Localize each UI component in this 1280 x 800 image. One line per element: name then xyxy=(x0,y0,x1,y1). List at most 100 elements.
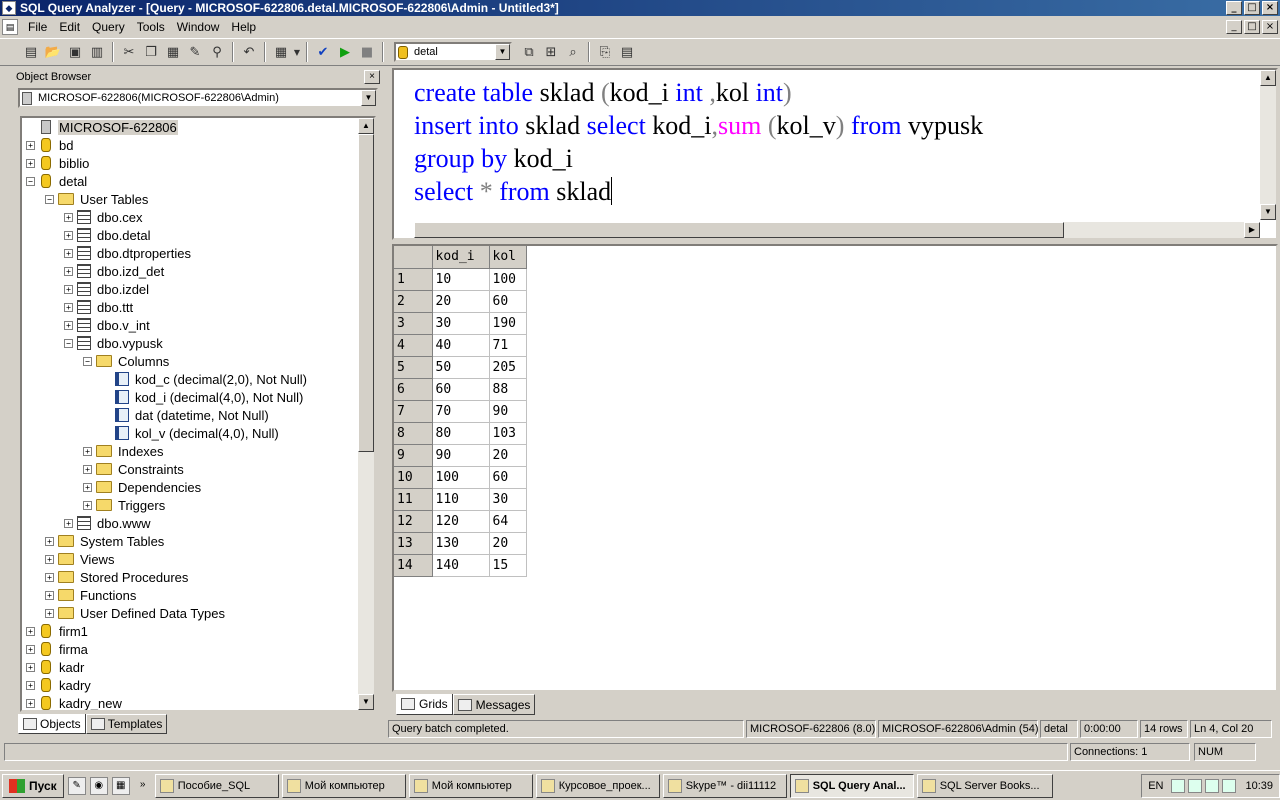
row-number[interactable]: 5 xyxy=(394,356,433,379)
scroll-thumb[interactable] xyxy=(358,134,374,452)
row-number[interactable]: 7 xyxy=(394,400,433,423)
table-cell[interactable]: 100 xyxy=(432,466,490,489)
row-number[interactable]: 12 xyxy=(394,510,433,533)
table-cell[interactable]: 88 xyxy=(489,378,527,401)
tree-item[interactable]: + dbo.cex xyxy=(22,208,360,226)
expand-icon[interactable]: + xyxy=(26,662,35,672)
table-cell[interactable]: 110 xyxy=(432,488,490,511)
scroll-down-icon[interactable]: ▼ xyxy=(358,694,374,710)
table-cell[interactable]: 100 xyxy=(489,268,527,291)
tree-item[interactable]: + System Tables xyxy=(22,532,360,550)
tree-item[interactable]: kod_c (decimal(2,0), Not Null) xyxy=(22,370,360,388)
expand-icon[interactable]: + xyxy=(83,446,92,456)
maximize-button[interactable]: □ xyxy=(1244,1,1260,15)
tree-item[interactable]: + firm1 xyxy=(22,622,360,640)
table-cell[interactable]: 60 xyxy=(489,290,527,313)
child-close-button[interactable]: × xyxy=(1262,20,1278,34)
tab-grids[interactable]: Grids xyxy=(396,694,453,715)
scroll-thumb[interactable] xyxy=(414,222,1064,238)
server-select[interactable]: MICROSOF-622806(MICROSOF-622806\Admin) ▼ xyxy=(18,88,378,108)
object-browser-close-button[interactable]: × xyxy=(364,70,380,84)
insert-template-icon[interactable]: ▥ xyxy=(86,41,108,63)
collapse-icon[interactable]: − xyxy=(64,338,73,348)
taskbar-button[interactable]: Skype™ - dii11112 xyxy=(662,773,787,798)
taskbar-button[interactable]: SQL Query Anal... xyxy=(789,773,914,798)
menu-help[interactable]: Help xyxy=(225,20,262,34)
taskbar-button[interactable]: Пособие_SQL xyxy=(154,773,279,798)
table-cell[interactable]: 15 xyxy=(489,554,527,577)
tree-item[interactable]: − dbo.vypusk xyxy=(22,334,360,352)
scroll-right-icon[interactable]: ▶ xyxy=(1244,222,1260,238)
tree-item[interactable]: + dbo.ttt xyxy=(22,298,360,316)
dropdown-arrow-icon[interactable]: ▼ xyxy=(292,41,302,63)
editor-horizontal-scrollbar[interactable]: ▶ xyxy=(414,222,1260,238)
sql-server-tray-icon[interactable] xyxy=(1222,778,1237,793)
tree-item[interactable]: + kadry xyxy=(22,676,360,694)
scroll-up-icon[interactable]: ▲ xyxy=(1260,70,1276,86)
table-cell[interactable]: 103 xyxy=(489,422,527,445)
column-header-kod-i[interactable]: kod_i xyxy=(432,246,490,269)
copy-icon[interactable]: ❐ xyxy=(140,41,162,63)
expand-icon[interactable]: + xyxy=(26,140,35,150)
table-row[interactable]: 1 10 100 xyxy=(394,268,527,291)
expand-icon[interactable]: + xyxy=(64,320,73,330)
table-row[interactable]: 6 60 88 xyxy=(394,378,527,401)
expand-icon[interactable]: + xyxy=(26,698,35,708)
object-tree-scrollbar[interactable]: ▲ ▼ xyxy=(358,118,374,710)
expand-icon[interactable]: + xyxy=(45,608,54,618)
table-cell[interactable]: 30 xyxy=(432,312,490,335)
table-cell[interactable]: 205 xyxy=(489,356,527,379)
menu-file[interactable]: File xyxy=(22,20,53,34)
help-icon[interactable] xyxy=(1171,778,1186,793)
tree-item[interactable]: + dbo.izdel xyxy=(22,280,360,298)
row-number[interactable]: 6 xyxy=(394,378,433,401)
menu-query[interactable]: Query xyxy=(86,20,131,34)
chevron-down-icon[interactable]: ▼ xyxy=(361,90,376,106)
table-row[interactable]: 13 130 20 xyxy=(394,532,527,555)
table-cell[interactable]: 71 xyxy=(489,334,527,357)
table-row[interactable]: 8 80 103 xyxy=(394,422,527,445)
row-number[interactable]: 3 xyxy=(394,312,433,335)
taskbar-button[interactable]: SQL Server Books... xyxy=(916,773,1053,798)
tree-item[interactable]: + Dependencies xyxy=(22,478,360,496)
table-row[interactable]: 7 70 90 xyxy=(394,400,527,423)
table-cell[interactable]: 90 xyxy=(432,444,490,467)
tree-item[interactable]: + dbo.www xyxy=(22,514,360,532)
table-cell[interactable]: 120 xyxy=(432,510,490,533)
expand-icon[interactable]: + xyxy=(64,266,73,276)
open-folder-icon[interactable]: 📂 xyxy=(42,41,64,63)
child-minimize-button[interactable]: _ xyxy=(1226,20,1242,34)
taskbar-button[interactable]: Мой компьютер xyxy=(281,773,406,798)
start-button[interactable]: Пуск xyxy=(2,773,64,798)
object-browser-icon[interactable]: ⊞ xyxy=(540,41,562,63)
table-row[interactable]: 5 50 205 xyxy=(394,356,527,379)
tree-item[interactable]: + Views xyxy=(22,550,360,568)
scroll-up-icon[interactable]: ▲ xyxy=(358,118,374,134)
expand-icon[interactable]: + xyxy=(64,230,73,240)
expand-icon[interactable]: + xyxy=(45,554,54,564)
table-row[interactable]: 3 30 190 xyxy=(394,312,527,335)
expand-icon[interactable]: + xyxy=(83,500,92,510)
table-cell[interactable]: 20 xyxy=(489,444,527,467)
table-cell[interactable]: 64 xyxy=(489,510,527,533)
table-row[interactable]: 4 40 71 xyxy=(394,334,527,357)
row-number[interactable]: 2 xyxy=(394,290,433,313)
row-number[interactable]: 4 xyxy=(394,334,433,357)
table-cell[interactable]: 130 xyxy=(432,532,490,555)
menu-tools[interactable]: Tools xyxy=(131,20,171,34)
results-mode-icon[interactable]: ▦ xyxy=(270,41,292,63)
table-cell[interactable]: 140 xyxy=(432,554,490,577)
menu-window[interactable]: Window xyxy=(171,20,226,34)
tree-item[interactable]: + Functions xyxy=(22,586,360,604)
query-editor[interactable]: create table sklad (kod_i int ,kol int) i… xyxy=(392,68,1278,240)
expand-icon[interactable]: + xyxy=(26,158,35,168)
tree-item[interactable]: kod_i (decimal(4,0), Not Null) xyxy=(22,388,360,406)
tree-item[interactable]: + bd xyxy=(22,136,360,154)
table-cell[interactable]: 60 xyxy=(489,466,527,489)
network-icon[interactable] xyxy=(1188,778,1203,793)
table-cell[interactable]: 10 xyxy=(432,268,490,291)
taskbar-button[interactable]: Курсовое_проек... xyxy=(535,773,660,798)
expand-icon[interactable]: + xyxy=(64,212,73,222)
table-cell[interactable]: 60 xyxy=(432,378,490,401)
table-cell[interactable]: 90 xyxy=(489,400,527,423)
